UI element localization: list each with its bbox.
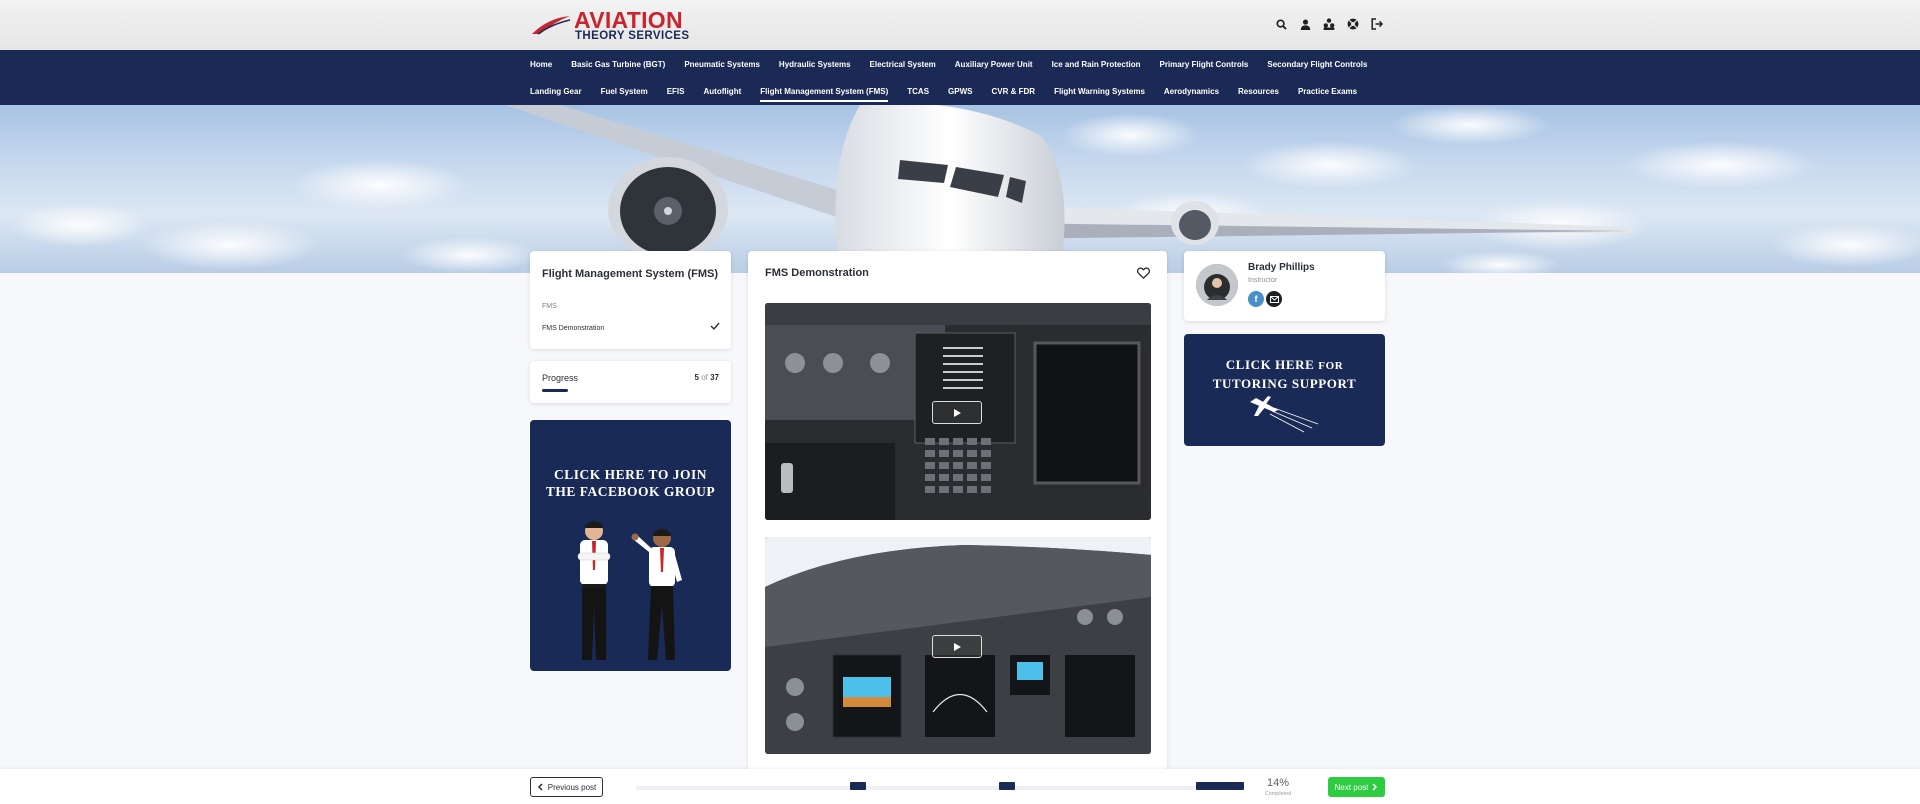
facebook-icon[interactable]: f [1248, 291, 1264, 307]
pilots-illustration [577, 521, 682, 660]
nav-item-landing-gear[interactable]: Landing Gear [530, 87, 582, 102]
progress-card: Progress 5 of 37 [530, 361, 731, 403]
nav-item-primary-flight-controls[interactable]: Primary Flight Controls [1159, 60, 1248, 73]
search-icon[interactable] [1274, 17, 1288, 31]
support-icon[interactable] [1346, 17, 1360, 31]
nav-item-efis[interactable]: EFIS [667, 87, 685, 102]
nav-item-gpws[interactable]: GPWS [948, 87, 972, 102]
post-navigation-bar: Previous post 14% Completed Next post [0, 769, 1920, 804]
top-bar: AVIATION THEORY SERVICES [0, 0, 1920, 50]
previous-post-label: Previous post [547, 782, 597, 792]
tutoring-banner-for: FOR [1318, 360, 1344, 372]
progress-count: 5 of 37 [695, 373, 720, 382]
progress-total: 37 [710, 373, 719, 382]
progress-segment[interactable] [850, 782, 866, 790]
nav-item-ice-and-rain-protection[interactable]: Ice and Rain Protection [1052, 60, 1141, 73]
progress-label: Progress [542, 373, 579, 383]
lesson-title: FMS Demonstration [765, 267, 869, 279]
nav-row-1: Home Basic Gas Turbine (BGT) Pneumatic Sys… [530, 60, 1386, 73]
logo-text-theory-services: THEORY SERVICES [575, 30, 690, 42]
nav-row-2: Landing Gear Fuel System EFIS Autoflight Fli… [530, 87, 1376, 102]
main-navigation: Home Basic Gas Turbine (BGT) Pneumatic Sys… [0, 50, 1920, 105]
site-logo[interactable]: AVIATION THEORY SERVICES [530, 8, 700, 42]
avatar [1196, 264, 1238, 306]
play-icon [954, 642, 961, 651]
completion-label: Completed [1264, 791, 1292, 797]
nav-item-electrical-system[interactable]: Electrical System [870, 60, 936, 73]
user-icon[interactable] [1298, 17, 1312, 31]
tutoring-banner-line2: TUTORING SUPPORT [1212, 376, 1357, 391]
previous-post-button[interactable]: Previous post [530, 777, 603, 797]
nav-item-home[interactable]: Home [530, 60, 552, 73]
tutoring-banner-click-here: CLICK HERE [1225, 357, 1315, 372]
video-player-2[interactable] [765, 537, 1151, 754]
hero-banner-airplane [0, 105, 1920, 273]
instructor-card: Brady Phillips Instructor f [1184, 251, 1385, 321]
nav-item-basic-gas-turbine-bgt[interactable]: Basic Gas Turbine (BGT) [571, 60, 665, 73]
nav-item-cvr-fdr[interactable]: CVR & FDR [992, 87, 1036, 102]
instructor-name: Brady Phillips [1248, 262, 1315, 273]
tutoring-banner-text: CLICK HERE FOR TUTORING SUPPORT [1184, 356, 1385, 393]
chevron-left-icon [537, 783, 543, 791]
progress-segment[interactable] [1196, 782, 1244, 790]
logout-icon[interactable] [1370, 17, 1384, 31]
tutoring-support-banner[interactable]: CLICK HERE FOR TUTORING SUPPORT [1184, 334, 1385, 446]
nav-item-auxiliary-power-unit[interactable]: Auxiliary Power Unit [955, 60, 1033, 73]
nav-item-flight-warning-systems[interactable]: Flight Warning Systems [1054, 87, 1145, 102]
video-player-1[interactable] [765, 303, 1151, 520]
lesson-content-card: FMS Demonstration [748, 251, 1167, 771]
nav-item-aerodynamics[interactable]: Aerodynamics [1164, 87, 1219, 102]
lesson-link-fms-demonstration[interactable]: FMS Demonstration [542, 325, 604, 332]
nav-item-autoflight[interactable]: Autoflight [703, 87, 741, 102]
next-post-button[interactable]: Next post [1328, 777, 1385, 797]
progress-bar [542, 389, 568, 392]
airplane-illustration [10, 105, 1920, 273]
nav-item-resources[interactable]: Resources [1238, 87, 1279, 102]
progress-of: of [701, 373, 708, 382]
plane-swoosh-icon [532, 16, 571, 35]
chevron-right-icon [1372, 783, 1378, 791]
users-group-icon[interactable] [1322, 17, 1336, 31]
checkmark-icon [710, 322, 720, 331]
nav-item-flight-management-system-fms[interactable]: Flight Management System (FMS) [760, 87, 889, 102]
airplane-contrail-icon [1250, 396, 1319, 433]
facebook-group-banner[interactable]: CLICK HERE TO JOIN THE FACEBOOK GROUP [530, 420, 731, 671]
play-button[interactable] [932, 635, 982, 658]
play-button[interactable] [932, 401, 982, 424]
nav-item-tcas[interactable]: TCAS [907, 87, 929, 102]
nav-item-pneumatic-systems[interactable]: Pneumatic Systems [684, 60, 760, 73]
header-icons [1274, 17, 1384, 31]
next-post-label: Next post [1334, 782, 1369, 792]
section-label: FMS [542, 303, 557, 310]
email-icon[interactable] [1266, 291, 1282, 307]
nav-item-secondary-flight-controls[interactable]: Secondary Flight Controls [1267, 60, 1367, 73]
progress-current: 5 [694, 373, 699, 382]
nav-item-hydraulic-systems[interactable]: Hydraulic Systems [779, 60, 851, 73]
play-icon [954, 408, 961, 417]
course-title: Flight Management System (FMS) [542, 268, 719, 280]
instructor-role: Instructor [1248, 277, 1278, 284]
nav-item-practice-exams[interactable]: Practice Exams [1298, 87, 1357, 102]
completion-percent: 14% [1266, 777, 1290, 789]
lesson-outline-card: Flight Management System (FMS) FMS FMS D… [530, 251, 731, 349]
tutoring-banner-line1: CLICK HERE FOR [1184, 356, 1385, 375]
course-progress-track [636, 786, 1244, 790]
logo-text-aviation: AVIATION [574, 7, 683, 33]
progress-segment[interactable] [999, 782, 1015, 790]
nav-item-fuel-system[interactable]: Fuel System [601, 87, 648, 102]
heart-icon[interactable] [1137, 267, 1150, 279]
